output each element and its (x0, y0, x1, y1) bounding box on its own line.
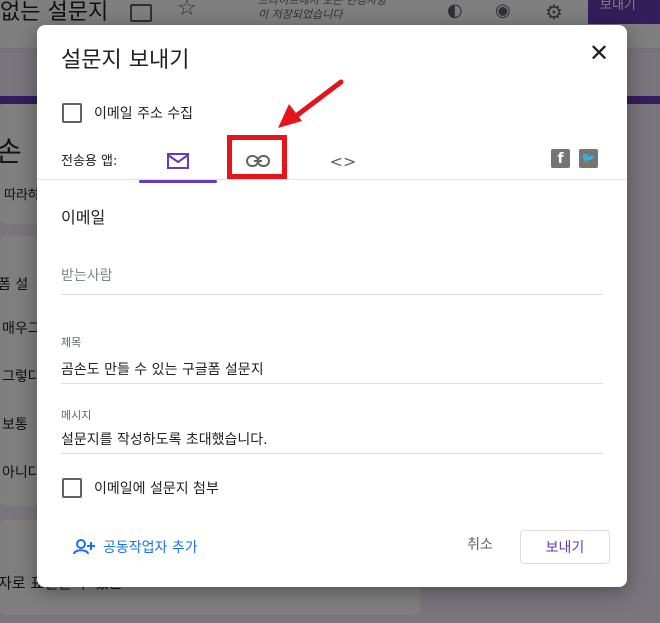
annotation-arrow (278, 79, 344, 128)
